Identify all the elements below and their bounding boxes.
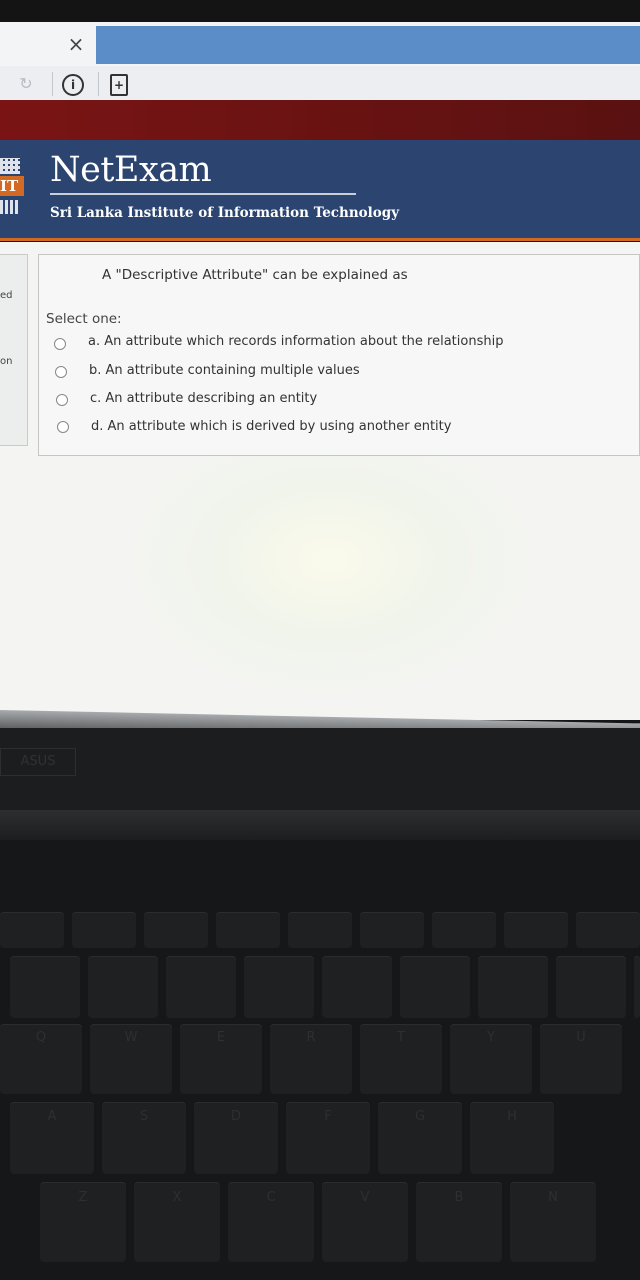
logo-letters: IT <box>0 176 24 196</box>
keyboard-key <box>556 956 626 1018</box>
keyboard-key <box>0 912 64 948</box>
key-r: R <box>270 1024 352 1094</box>
keyboard-key <box>634 956 640 1018</box>
key-w: W <box>90 1024 172 1094</box>
option-a-radio[interactable] <box>54 338 66 350</box>
browser-active-tab[interactable] <box>96 26 640 64</box>
reload-icon[interactable]: ↻ <box>16 74 36 94</box>
keyboard-key <box>478 956 548 1018</box>
keyboard-key <box>504 912 568 948</box>
key-g: G <box>378 1102 462 1174</box>
key-z: Z <box>40 1182 126 1262</box>
key-t: T <box>360 1024 442 1094</box>
keyboard-key <box>10 956 80 1018</box>
page-action-icon[interactable]: + <box>110 74 128 96</box>
keyboard-key <box>144 912 208 948</box>
key-n: N <box>510 1182 596 1262</box>
keyboard-key <box>576 912 640 948</box>
keyboard-key <box>166 956 236 1018</box>
quiz-navigation-panel <box>0 254 28 446</box>
logo-grid-icon <box>0 158 20 174</box>
key-s: S <box>102 1102 186 1174</box>
key-d: D <box>194 1102 278 1174</box>
keyboard-key <box>88 956 158 1018</box>
option-d-radio[interactable] <box>57 421 69 433</box>
header-rule <box>50 193 356 195</box>
header-accent-line <box>0 238 640 241</box>
key-a: A <box>10 1102 94 1174</box>
site-info-icon[interactable]: i <box>62 74 84 96</box>
keyboard-key <box>288 912 352 948</box>
toolbar-divider <box>98 72 99 96</box>
screen-glare <box>120 420 540 700</box>
site-title: NetExam <box>50 150 212 190</box>
bezel-brand-label: ASUS <box>0 748 76 776</box>
option-b-radio[interactable] <box>55 366 67 378</box>
keyboard-key <box>322 956 392 1018</box>
close-tab-icon[interactable]: × <box>64 30 88 58</box>
keyboard-key <box>216 912 280 948</box>
keyboard: QWERTYU ASDFGH ZXCVBN <box>0 912 640 1280</box>
option-d-label[interactable]: d. An attribute which is derived by usin… <box>91 419 451 434</box>
keyboard-key <box>432 912 496 948</box>
key-u: U <box>540 1024 622 1094</box>
option-b-label[interactable]: b. An attribute containing multiple valu… <box>89 363 360 378</box>
key-c: C <box>228 1182 314 1262</box>
key-v: V <box>322 1182 408 1262</box>
toolbar-divider <box>52 72 53 96</box>
keyboard-key <box>244 956 314 1018</box>
option-c-label[interactable]: c. An attribute describing an entity <box>90 391 317 406</box>
key-e: E <box>180 1024 262 1094</box>
key-q: Q <box>0 1024 82 1094</box>
keyboard-key <box>360 912 424 948</box>
keyboard-key <box>72 912 136 948</box>
key-x: X <box>134 1182 220 1262</box>
option-a-label[interactable]: a. An attribute which records informatio… <box>88 334 503 349</box>
logo-grid-icon <box>0 200 20 214</box>
key-y: Y <box>450 1024 532 1094</box>
select-one-prompt: Select one: <box>46 311 122 327</box>
laptop-hinge <box>0 810 640 840</box>
key-b: B <box>416 1182 502 1262</box>
top-banner <box>0 100 640 140</box>
key-f: F <box>286 1102 370 1174</box>
keyboard-key <box>400 956 470 1018</box>
institute-name: Sri Lanka Institute of Information Techn… <box>50 205 400 221</box>
question-text: A "Descriptive Attribute" can be explain… <box>102 267 408 283</box>
key-h: H <box>470 1102 554 1174</box>
option-c-radio[interactable] <box>56 394 68 406</box>
screen-bezel-top <box>0 0 640 24</box>
question-status-text: ed <box>0 290 13 301</box>
browser-toolbar <box>0 66 640 101</box>
question-status-text: on <box>0 356 13 367</box>
sliit-logo: IT <box>0 158 24 216</box>
